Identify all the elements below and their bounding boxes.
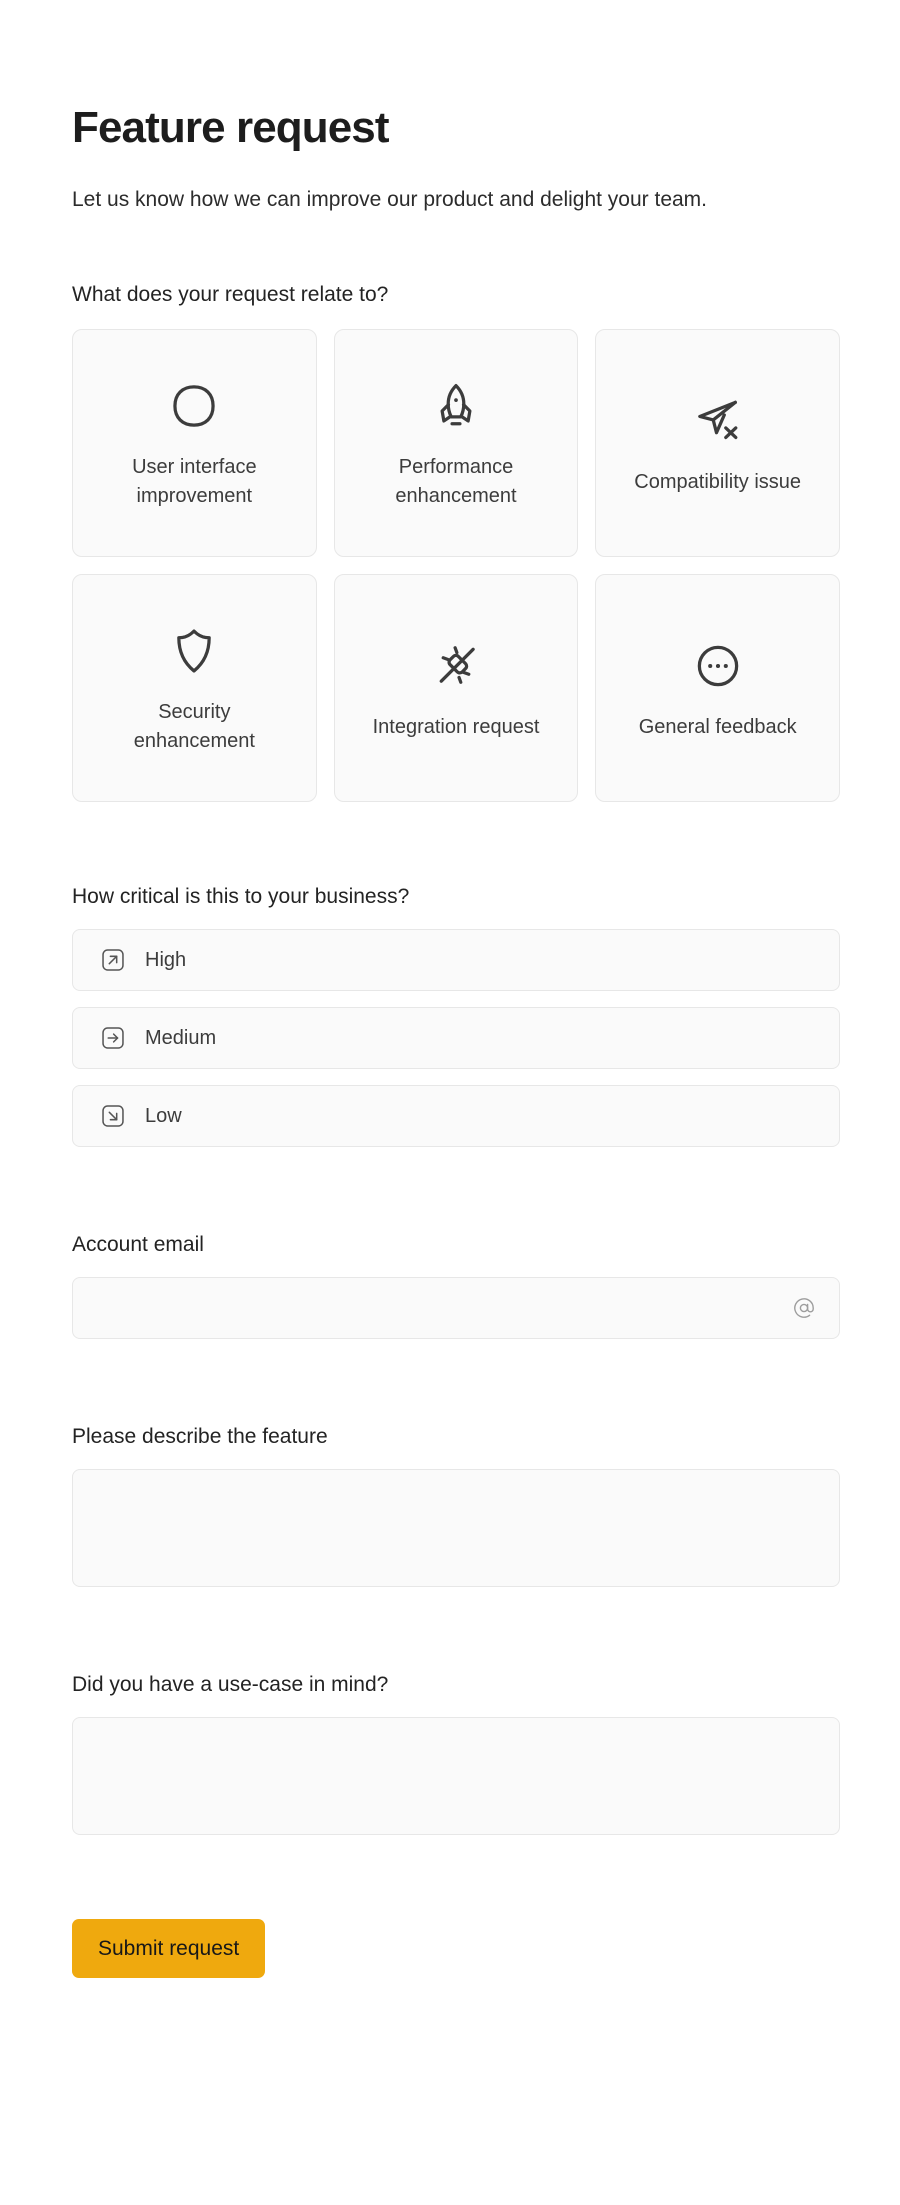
category-option-label: General feedback (638, 715, 797, 738)
plug-disconnected-icon (430, 635, 482, 697)
arrow-right-box-icon (99, 1024, 127, 1052)
email-section: Account email (72, 1233, 848, 1340)
category-option-performance-enhancement[interactable]: Performance enhancement (333, 329, 579, 558)
arrow-down-right-box-icon (99, 1102, 127, 1130)
email-label: Account email (72, 1233, 204, 1257)
priority-option-label: Low (145, 1104, 182, 1127)
priority-option-low[interactable]: Low (72, 1085, 840, 1148)
page-title: Feature request (72, 103, 390, 152)
priority-option-medium[interactable]: Medium (72, 1007, 840, 1070)
page-subtitle: Let us know how we can improve our produ… (72, 187, 708, 211)
category-section: What does your request relate to? User i… (72, 283, 848, 803)
priority-section: How critical is this to your business? H… (72, 885, 848, 1148)
usecase-section: Did you have a use-case in mind? (72, 1673, 848, 1836)
arrow-up-right-box-icon (99, 946, 127, 974)
usecase-label: Did you have a use-case in mind? (72, 1673, 389, 1697)
email-input-wrap[interactable] (72, 1277, 840, 1340)
category-option-integration-request[interactable]: Integration request (333, 574, 579, 803)
category-label: What does your request relate to? (72, 283, 389, 307)
rocket-icon (430, 375, 482, 437)
category-option-label: Integration request (372, 715, 540, 738)
category-option-security-enhancement[interactable]: Security enhancement (72, 574, 317, 803)
priority-label: How critical is this to your business? (72, 885, 410, 909)
description-textarea-wrap[interactable] (72, 1469, 840, 1588)
category-option-label: Security enhancement (133, 701, 255, 753)
priority-option-list: High Medium Low (72, 929, 840, 1148)
priority-option-label: Medium (145, 1026, 217, 1049)
category-option-label: Compatibility issue (634, 470, 802, 493)
submit-request-button[interactable]: Submit request (72, 1919, 266, 1979)
category-option-label: Performance enhancement (395, 456, 517, 508)
submit-section: Submit request (72, 1919, 848, 1979)
description-label: Please describe the feature (72, 1425, 328, 1449)
email-field[interactable] (97, 1278, 783, 1339)
category-option-compatibility-issue[interactable]: Compatibility issue (595, 329, 840, 558)
send-x-icon (692, 390, 744, 452)
dots-circle-icon (692, 635, 744, 697)
usecase-textarea-wrap[interactable] (72, 1717, 840, 1836)
shield-icon (168, 620, 220, 682)
description-field[interactable] (93, 1484, 819, 1573)
category-option-label: User interface improvement (132, 456, 257, 508)
category-option-grid: User interface improvement Performance e… (72, 329, 840, 803)
category-option-user-interface-improvement[interactable]: User interface improvement (72, 329, 317, 558)
priority-option-label: High (145, 948, 187, 971)
feature-request-form: Feature request Let us know how we can i… (0, 0, 900, 2205)
description-section: Please describe the feature (72, 1425, 848, 1588)
squircle-icon (168, 375, 220, 437)
category-option-general-feedback[interactable]: General feedback (595, 574, 840, 803)
at-sign-icon (791, 1295, 817, 1321)
usecase-field[interactable] (93, 1732, 819, 1821)
priority-option-high[interactable]: High (72, 929, 840, 992)
